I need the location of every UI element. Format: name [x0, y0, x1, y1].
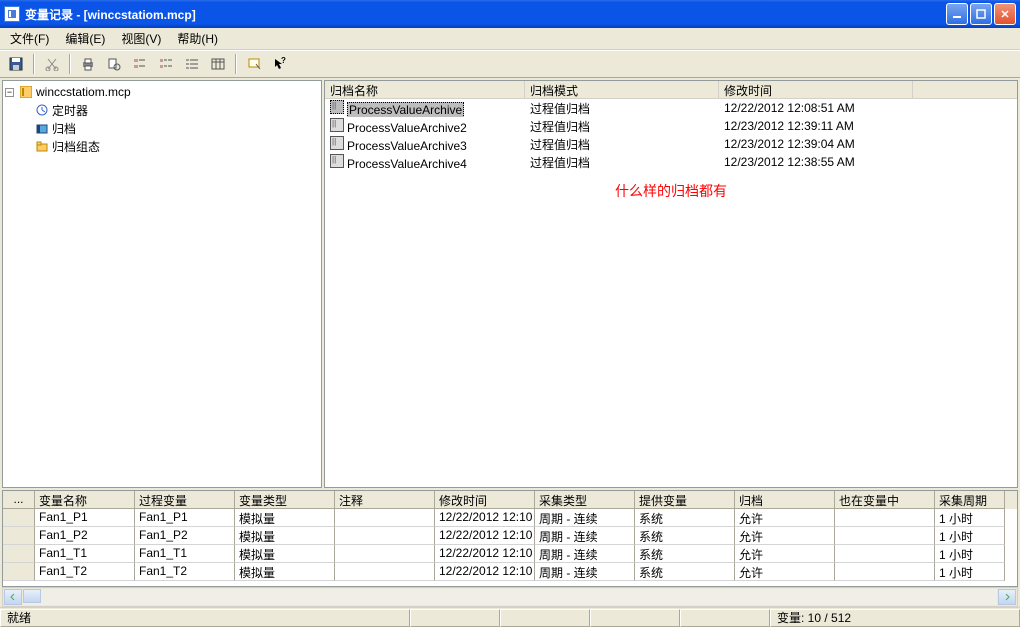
- maximize-button[interactable]: [970, 3, 992, 25]
- archive-list-header: 归档名称 归档模式 修改时间: [325, 81, 1017, 99]
- annotation-text: 什么样的归档都有: [325, 171, 1017, 211]
- col-tag-type[interactable]: 变量类型: [235, 491, 335, 509]
- status-pane-1: [410, 609, 500, 627]
- col-modified[interactable]: 修改时间: [435, 491, 535, 509]
- archive-row[interactable]: ProcessValueArchive3过程值归档12/23/2012 12:3…: [325, 135, 1017, 153]
- status-pane-3: [590, 609, 680, 627]
- scroll-left-button[interactable]: [4, 589, 22, 605]
- view3-icon[interactable]: [180, 53, 204, 75]
- tag-grid[interactable]: ... 变量名称 过程变量 变量类型 注释 修改时间 采集类型 提供变量 归档 …: [2, 490, 1018, 587]
- cut-icon[interactable]: [40, 53, 64, 75]
- tree-archcfg[interactable]: 归档组态: [5, 137, 319, 155]
- save-icon[interactable]: [4, 53, 28, 75]
- menu-edit[interactable]: 编辑(E): [59, 28, 111, 49]
- status-pane-4: [680, 609, 770, 627]
- window-title: 变量记录 - [winccstatiom.mcp]: [25, 6, 196, 23]
- print-preview-icon[interactable]: [102, 53, 126, 75]
- col-rowheader[interactable]: ...: [3, 491, 35, 509]
- view2-icon[interactable]: [154, 53, 178, 75]
- col-archive-mode[interactable]: 归档模式: [525, 81, 719, 98]
- col-supply[interactable]: 提供变量: [635, 491, 735, 509]
- view4-icon[interactable]: [206, 53, 230, 75]
- collapse-icon[interactable]: −: [5, 88, 14, 97]
- properties-icon[interactable]: [242, 53, 266, 75]
- archive-list[interactable]: 归档名称 归档模式 修改时间 ProcessValueArchive过程值归档1…: [324, 80, 1018, 488]
- app-icon: [4, 6, 20, 22]
- clock-icon: [35, 103, 49, 117]
- tag-row[interactable]: Fan1_P1Fan1_P1模拟量12/22/2012 12:10周期 - 连续…: [3, 509, 1017, 527]
- col-archive-name[interactable]: 归档名称: [325, 81, 525, 98]
- tree-archive-label: 归档: [52, 120, 76, 137]
- archive-item-icon: [330, 154, 344, 168]
- status-var-count: 变量: 10 / 512: [770, 609, 1020, 627]
- menubar: 文件(F) 编辑(E) 视图(V) 帮助(H): [0, 28, 1020, 50]
- tag-row[interactable]: Fan1_T1Fan1_T1模拟量12/22/2012 12:10周期 - 连续…: [3, 545, 1017, 563]
- col-tag-name[interactable]: 变量名称: [35, 491, 135, 509]
- col-acq-type[interactable]: 采集类型: [535, 491, 635, 509]
- archive-item-icon: [330, 136, 344, 150]
- archive-item-icon: [330, 100, 344, 114]
- toolbar: ?: [0, 50, 1020, 78]
- horizontal-scrollbar[interactable]: [2, 587, 1018, 607]
- nav-tree[interactable]: − winccstatiom.mcp 定时器 归档 归档组态: [2, 80, 322, 488]
- col-also-in[interactable]: 也在变量中: [835, 491, 935, 509]
- tree-root-label: winccstatiom.mcp: [36, 85, 131, 99]
- print-icon[interactable]: [76, 53, 100, 75]
- menu-help[interactable]: 帮助(H): [171, 28, 224, 49]
- col-archive[interactable]: 归档: [735, 491, 835, 509]
- col-archive-modified[interactable]: 修改时间: [719, 81, 913, 98]
- svg-text:?: ?: [281, 57, 286, 65]
- tree-archive[interactable]: 归档: [5, 119, 319, 137]
- col-proc-tag[interactable]: 过程变量: [135, 491, 235, 509]
- tag-row[interactable]: Fan1_T2Fan1_T2模拟量12/22/2012 12:10周期 - 连续…: [3, 563, 1017, 581]
- folder-icon: [35, 139, 49, 153]
- status-pane-2: [500, 609, 590, 627]
- status-ready: 就绪: [0, 609, 410, 627]
- archive-row[interactable]: ProcessValueArchive过程值归档12/22/2012 12:08…: [325, 99, 1017, 117]
- project-icon: [19, 85, 33, 99]
- scroll-right-button[interactable]: [998, 589, 1016, 605]
- tree-archcfg-label: 归档组态: [52, 138, 100, 155]
- archive-item-icon: [330, 118, 344, 132]
- archive-icon: [35, 121, 49, 135]
- menu-file[interactable]: 文件(F): [4, 28, 55, 49]
- archive-row[interactable]: ProcessValueArchive2过程值归档12/23/2012 12:3…: [325, 117, 1017, 135]
- titlebar[interactable]: 变量记录 - [winccstatiom.mcp]: [0, 0, 1020, 28]
- col-cycle[interactable]: 采集周期: [935, 491, 1005, 509]
- tag-grid-header: ... 变量名称 过程变量 变量类型 注释 修改时间 采集类型 提供变量 归档 …: [3, 491, 1017, 509]
- help-pointer-icon[interactable]: ?: [268, 53, 292, 75]
- archive-row[interactable]: ProcessValueArchive4过程值归档12/23/2012 12:3…: [325, 153, 1017, 171]
- col-comment[interactable]: 注释: [335, 491, 435, 509]
- close-button[interactable]: [994, 3, 1016, 25]
- scroll-thumb[interactable]: [23, 589, 41, 603]
- statusbar: 就绪 变量: 10 / 512: [0, 607, 1020, 627]
- tree-timer-label: 定时器: [52, 102, 88, 119]
- view1-icon[interactable]: [128, 53, 152, 75]
- menu-view[interactable]: 视图(V): [115, 28, 167, 49]
- tree-root[interactable]: − winccstatiom.mcp: [5, 83, 319, 101]
- minimize-button[interactable]: [946, 3, 968, 25]
- tree-timer[interactable]: 定时器: [5, 101, 319, 119]
- scroll-track[interactable]: [23, 589, 997, 605]
